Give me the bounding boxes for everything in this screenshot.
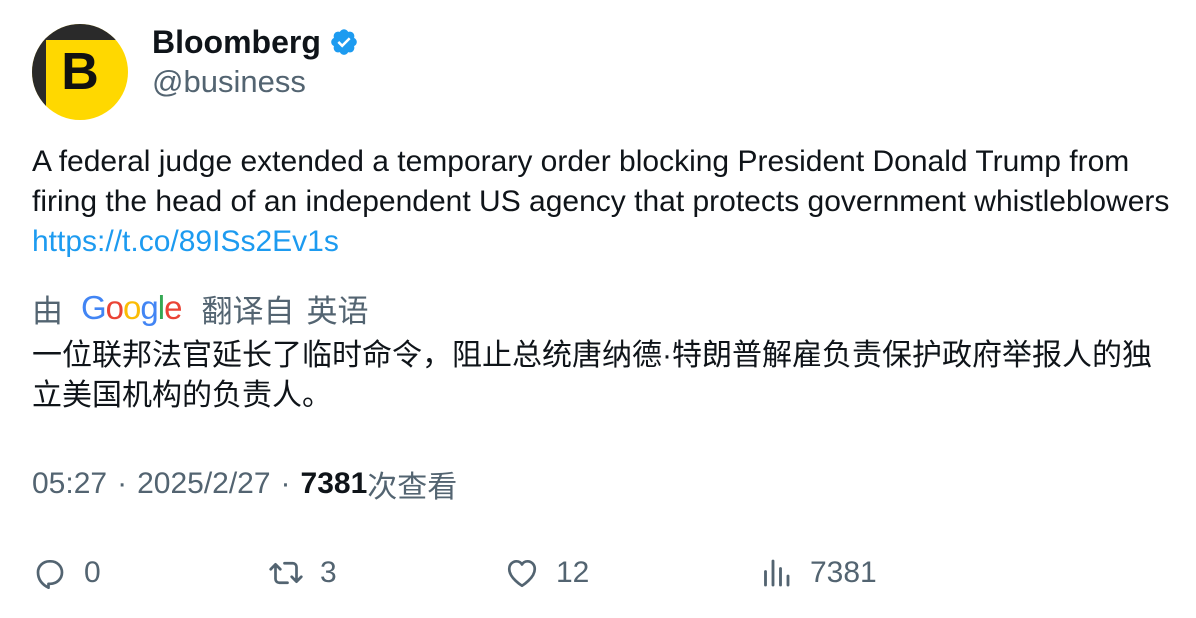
action-bar: 0 3 12 7381 [0, 551, 1196, 595]
reply-count: 0 [84, 556, 101, 589]
translation-attribution[interactable]: 由 Google 翻译自 英语 [32, 286, 368, 330]
user-handle[interactable]: @business [152, 64, 306, 100]
translated-text: 一位联邦法官延长了临时命令，阻止总统唐纳德·特朗普解雇负责保护政府举报人的独立美… [32, 339, 1152, 412]
verified-badge-icon [331, 29, 357, 55]
like-button[interactable]: 12 [504, 551, 589, 595]
tweet-time[interactable]: 05:27 [32, 467, 107, 501]
meta-separator: · [280, 467, 291, 500]
retweet-count: 3 [320, 556, 337, 589]
meta-separator: · [117, 467, 128, 500]
views-button[interactable]: 7381 [758, 551, 877, 595]
views-action-count: 7381 [810, 556, 877, 589]
reply-button[interactable]: 0 [32, 551, 101, 595]
translation-language: 英语 [306, 293, 369, 329]
heart-icon [507, 559, 537, 588]
author-name-row: Bloomberg [152, 22, 359, 62]
views-count: 7381 [300, 467, 368, 500]
avatar[interactable]: B [32, 24, 128, 120]
translation-prefix: 由 [32, 293, 63, 329]
tweet-link[interactable]: https://t.co/89ISs2Ev1s [32, 225, 339, 258]
display-name[interactable]: Bloomberg [152, 24, 321, 61]
tweet-date[interactable]: 2025/2/27 [137, 467, 270, 501]
analytics-icon [764, 559, 790, 587]
like-count: 12 [556, 556, 590, 589]
tweet-text: A federal judge extended a temporary ord… [32, 142, 1172, 262]
translation-suffix: 翻译自 [201, 293, 295, 329]
tweet-meta: 05:27 · 2025/2/27 · 7381 次查看 [32, 464, 457, 504]
retweet-icon [269, 561, 303, 585]
views-label: 次查看 [367, 471, 458, 504]
reply-icon [36, 559, 64, 590]
tweet-body: A federal judge extended a temporary ord… [32, 145, 1170, 218]
avatar-letter: B [61, 43, 99, 101]
retweet-button[interactable]: 3 [268, 551, 337, 595]
google-logo: Google [81, 289, 182, 326]
